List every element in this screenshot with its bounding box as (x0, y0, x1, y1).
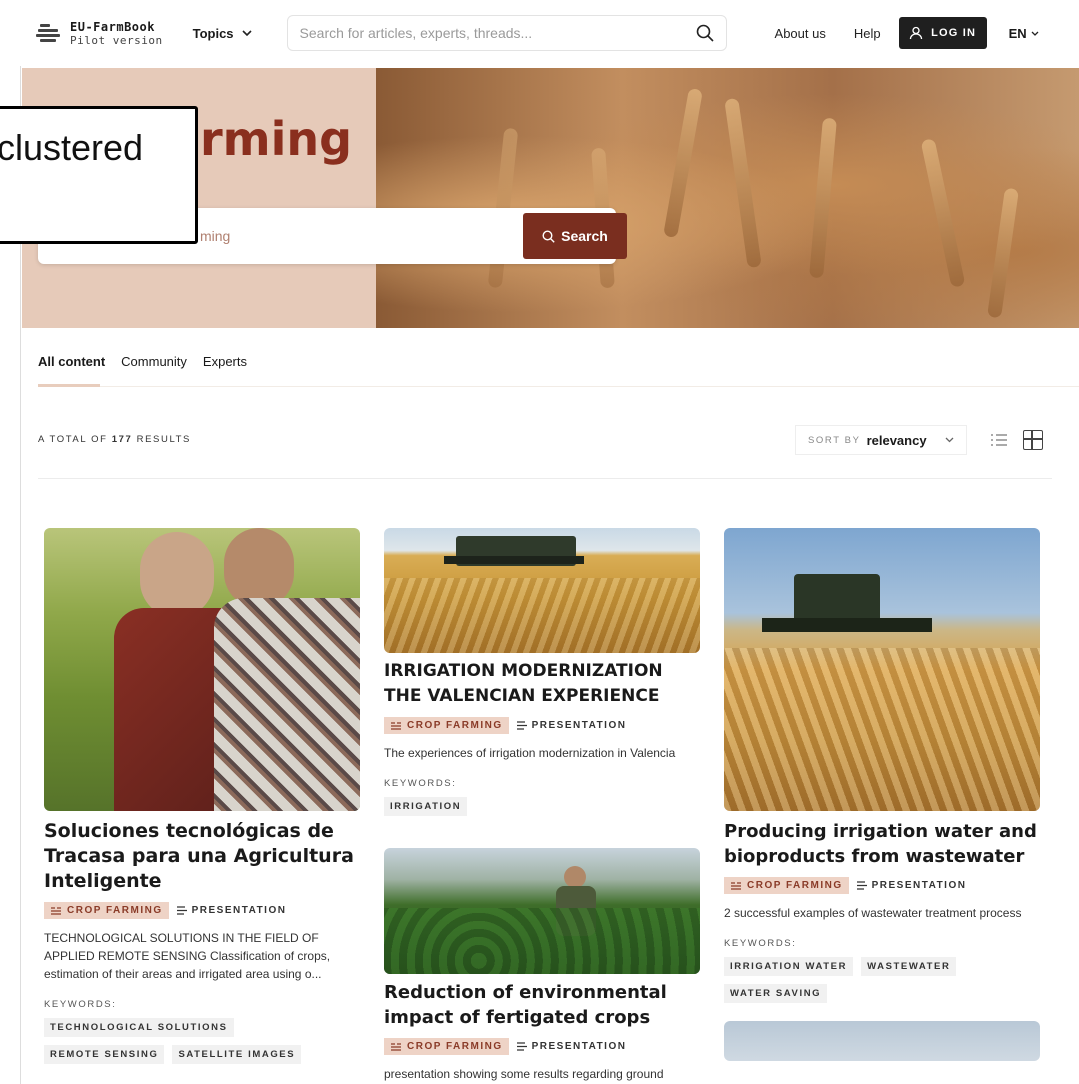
list-view-icon[interactable] (990, 431, 1008, 449)
crop-icon (391, 1042, 401, 1051)
logo-title: EU-FarmBook (70, 19, 155, 34)
top-header: EU-FarmBook Pilot version Topics About u… (20, 0, 1079, 66)
category-badge[interactable]: CROP FARMING (44, 902, 169, 919)
hero-search-button-label: Search (561, 228, 608, 244)
hero-search-button[interactable]: Search (523, 213, 627, 259)
sort-dropdown[interactable]: SORT BY relevancy (795, 425, 967, 455)
crop-icon (391, 721, 401, 730)
chevron-down-icon (945, 437, 954, 443)
card-description: The experiences of irrigation modernizat… (384, 746, 676, 760)
help-link[interactable]: Help (854, 26, 881, 41)
results-number: 177 (111, 434, 133, 445)
keyword-chip[interactable]: TECHNOLOGICAL SOLUTIONS (44, 1018, 234, 1037)
keywords-label: KEYWORDS: (44, 999, 117, 1010)
keyword-chip[interactable]: WATER SAVING (724, 984, 828, 1003)
keyword-chip[interactable]: REMOTE SENSING (44, 1045, 165, 1064)
type-label: PRESENTATION (856, 880, 967, 891)
hero-search-value: ming (200, 228, 231, 244)
result-card[interactable]: Producing irrigation water and bioproduc… (724, 528, 1040, 1061)
sort-value: relevancy (866, 432, 927, 448)
result-card[interactable]: IRRIGATION MODERNIZATION THE VALENCIAN E… (384, 528, 700, 816)
logo-icon (36, 21, 60, 45)
annotation-callout: clustered (0, 106, 198, 244)
search-icon (542, 229, 555, 243)
category-badge[interactable]: CROP FARMING (384, 717, 509, 734)
document-icon (516, 1042, 527, 1051)
top-search-input[interactable] (299, 25, 680, 41)
topics-label: Topics (192, 25, 234, 41)
logo-subtitle: Pilot version (70, 33, 163, 47)
document-icon (856, 881, 867, 890)
card-title[interactable]: Producing irrigation water and bioproduc… (724, 819, 1040, 869)
card-title[interactable]: IRRIGATION MODERNIZATION THE VALENCIAN E… (384, 659, 700, 709)
document-icon (176, 906, 187, 915)
keyword-chip[interactable]: SATELLITE IMAGES (172, 1045, 302, 1064)
sort-label: SORT BY (808, 434, 861, 446)
category-badge[interactable]: CROP FARMING (384, 1038, 509, 1055)
content-tabs: All content Community Experts (38, 354, 247, 369)
results-divider (38, 478, 1052, 479)
type-label: PRESENTATION (176, 905, 287, 916)
search-icon[interactable] (696, 24, 714, 42)
results-count: A TOTAL OF 177 RESULTS (38, 434, 191, 445)
harvester-photo (384, 528, 700, 653)
topics-menu[interactable]: Topics (193, 26, 252, 41)
about-us-link[interactable]: About us (775, 26, 826, 41)
farmer-in-field-photo (384, 848, 700, 974)
type-label: PRESENTATION (516, 1041, 627, 1052)
keyword-chip[interactable]: IRRIGATION (384, 797, 468, 816)
result-card[interactable]: Reduction of environmental impact of fer… (384, 848, 700, 1083)
language-selector[interactable]: EN (1009, 26, 1039, 41)
annotation-border (195, 109, 201, 239)
card-title[interactable]: Soluciones tecnológicas de Tracasa para … (44, 819, 360, 894)
chevron-down-icon (241, 30, 252, 36)
hero-title: rming (200, 112, 353, 166)
active-tab-indicator (38, 384, 100, 387)
result-card[interactable]: Soluciones tecnológicas de Tracasa para … (44, 528, 360, 1064)
user-icon (909, 26, 923, 40)
crop-icon (51, 906, 61, 915)
chevron-down-icon (1031, 31, 1039, 36)
farmers-photo (44, 528, 360, 811)
keyword-chip[interactable]: WASTEWATER (861, 957, 957, 976)
tab-experts[interactable]: Experts (203, 354, 247, 369)
keywords-label: KEYWORDS: (724, 938, 797, 949)
login-label: LOG IN (931, 27, 977, 39)
tab-community[interactable]: Community (121, 354, 187, 369)
top-search-bar (286, 15, 727, 51)
keyword-chip[interactable]: IRRIGATION WATER (724, 957, 854, 976)
card-description: 2 successful examples of wastewater trea… (724, 906, 1022, 920)
card-title[interactable]: Reduction of environmental impact of fer… (384, 980, 700, 1030)
card-description: presentation showing some results regard… (384, 1067, 664, 1081)
wheat-field-image (376, 68, 1079, 328)
crop-icon (731, 881, 741, 890)
login-button[interactable]: LOG IN (898, 17, 987, 49)
category-badge[interactable]: CROP FARMING (724, 877, 849, 894)
next-card-photo (724, 1021, 1040, 1061)
document-icon (516, 721, 527, 730)
logo[interactable]: EU-FarmBook Pilot version (36, 20, 163, 47)
card-description: TECHNOLOGICAL SOLUTIONS IN THE FIELD OF … (44, 931, 331, 981)
harvester-photo (724, 528, 1040, 811)
annotation-text: clustered (0, 127, 144, 168)
grid-view-icon[interactable] (1023, 430, 1043, 450)
tabs-divider (100, 386, 1079, 387)
type-label: PRESENTATION (516, 720, 627, 731)
tab-all-content[interactable]: All content (38, 354, 105, 369)
language-label: EN (1008, 25, 1027, 41)
keywords-label: KEYWORDS: (384, 778, 457, 789)
